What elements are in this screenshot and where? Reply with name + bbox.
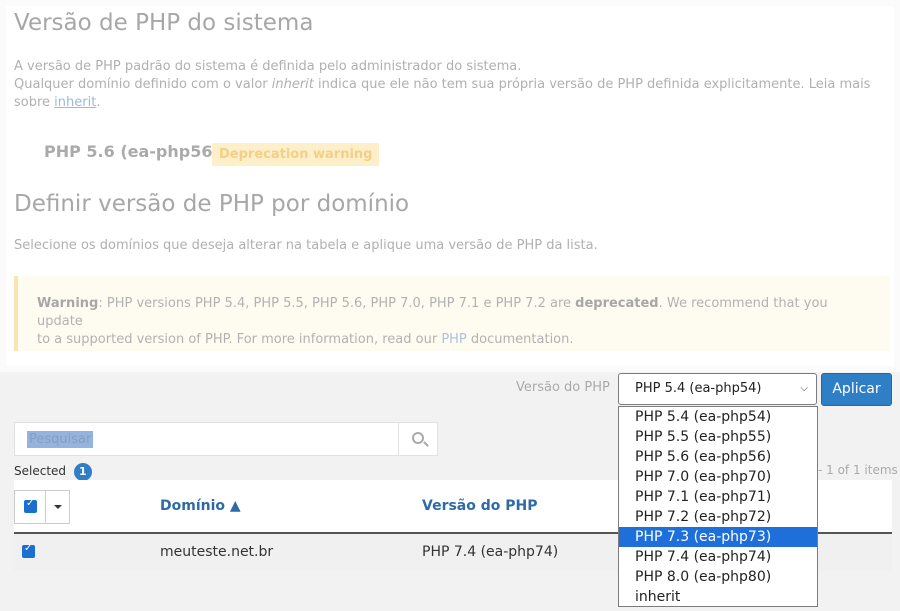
search-placeholder-text: Pesquisar: [29, 432, 92, 447]
desc-line-2: Qualquer domínio definido com o valor in…: [14, 76, 870, 94]
search-input[interactable]: Pesquisar: [14, 422, 400, 456]
chevron-down-icon: ⌵: [800, 383, 808, 394]
dropdown-option[interactable]: PHP 8.0 (ea-php80): [619, 567, 817, 587]
php-version-dropdown-list[interactable]: PHP 5.4 (ea-php54) PHP 5.5 (ea-php55) PH…: [618, 406, 818, 607]
row-checkbox[interactable]: [22, 543, 35, 558]
desc-line-3: sobre inherit.: [14, 94, 870, 112]
domain-version-description: Selecione os domínios que deseja alterar…: [14, 238, 598, 253]
dropdown-option[interactable]: PHP 7.1 (ea-php71): [619, 487, 817, 507]
warning-text-3: to a supported version of PHP. For more …: [37, 332, 442, 347]
disabled-overlay-region: Versão de PHP do sistema A versão de PHP…: [0, 0, 900, 372]
bulk-select-dropdown[interactable]: [46, 491, 70, 523]
dropdown-option[interactable]: PHP 5.6 (ea-php56): [619, 447, 817, 467]
dropdown-option[interactable]: PHP 7.0 (ea-php70): [619, 467, 817, 487]
dropdown-option-highlighted[interactable]: PHP 7.3 (ea-php73): [619, 527, 817, 547]
dropdown-option[interactable]: PHP 5.4 (ea-php54): [619, 407, 817, 427]
dropdown-option[interactable]: PHP 7.4 (ea-php74): [619, 547, 817, 567]
pagination-summary: - 1 of 1 items: [818, 463, 898, 477]
column-header-domain[interactable]: Domínio ▲: [160, 498, 241, 514]
warning-deprecated: deprecated: [575, 296, 659, 311]
selected-count-badge: 1: [73, 463, 92, 481]
desc-line-1: A versão de PHP padrão do sistema é defi…: [14, 59, 522, 74]
select-all-checkbox-cell[interactable]: [15, 491, 46, 523]
php-version-label: Versão do PHP: [516, 380, 610, 395]
search-placeholder: Pesquisar: [27, 431, 94, 448]
warning-label: Warning: [37, 296, 99, 311]
desc-line-3-pre: sobre: [14, 95, 55, 110]
warning-text-4: documentation.: [466, 332, 574, 347]
dropdown-option[interactable]: PHP 7.2 (ea-php72): [619, 507, 817, 527]
inherit-term: inherit: [271, 77, 314, 92]
row-domain: meuteste.net.br: [160, 544, 274, 560]
search-icon: [412, 432, 424, 444]
bulk-select-control[interactable]: [14, 490, 70, 524]
php-docs-link[interactable]: PHP: [441, 332, 466, 347]
row-php-version: PHP 7.4 (ea-php74): [422, 544, 559, 560]
selected-count: Selected 1: [14, 463, 92, 481]
column-header-php-version[interactable]: Versão do PHP: [422, 498, 538, 514]
deprecation-warning-box: Warning: PHP versions PHP 5.4, PHP 5.5, …: [14, 276, 890, 351]
deprecation-badge: Deprecation warning: [212, 143, 380, 166]
warning-text: Warning: PHP versions PHP 5.4, PHP 5.5, …: [37, 295, 877, 349]
desc-line-3-post: .: [96, 95, 101, 110]
system-version-description: A versão de PHP padrão do sistema é defi…: [14, 58, 870, 112]
selected-label: Selected: [14, 464, 67, 478]
desc-line-2-pre: Qualquer domínio definido com o valor: [14, 77, 272, 92]
php-version-select-value: PHP 5.4 (ea-php54): [635, 381, 762, 396]
domain-version-title: Definir versão de PHP por domínio: [14, 191, 410, 217]
caret-down-icon: [54, 505, 62, 509]
search-button[interactable]: [398, 422, 438, 456]
system-version-title: Versão de PHP do sistema: [14, 10, 314, 36]
dropdown-option[interactable]: inherit: [619, 587, 817, 607]
warning-text-1: : PHP versions PHP 5.4, PHP 5.5, PHP 5.6…: [98, 296, 576, 311]
inherit-link[interactable]: inherit: [54, 95, 96, 110]
desc-line-2-post: indica que ele não tem sua própria versã…: [313, 77, 871, 92]
apply-button[interactable]: Aplicar: [821, 373, 892, 406]
select-all-checkbox[interactable]: [24, 498, 37, 513]
dropdown-option[interactable]: PHP 5.5 (ea-php55): [619, 427, 817, 447]
php-version-select[interactable]: PHP 5.4 (ea-php54) ⌵: [618, 373, 817, 405]
system-php-version: PHP 5.6 (ea-php56): [44, 142, 220, 161]
